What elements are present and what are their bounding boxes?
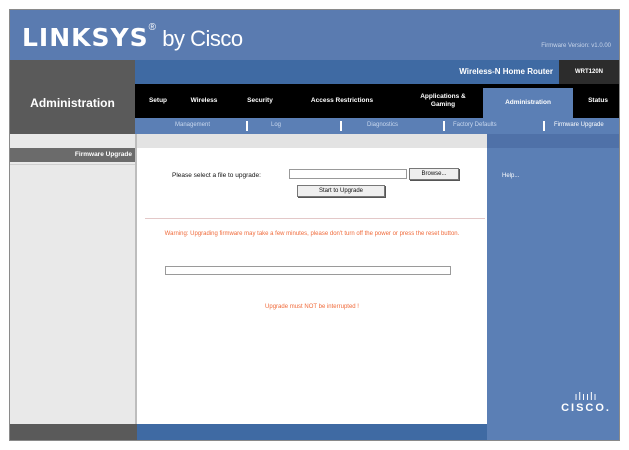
footer-right bbox=[487, 424, 619, 440]
content-divider bbox=[145, 218, 485, 219]
model-number: WRT120N bbox=[559, 60, 619, 84]
tab-administration[interactable]: Administration bbox=[483, 88, 573, 118]
subtab-separator bbox=[543, 121, 545, 131]
left-pane-divider bbox=[10, 164, 135, 165]
upgrade-progress-bar bbox=[165, 266, 451, 275]
subtab-diagnostics[interactable]: Diagnostics bbox=[367, 122, 398, 128]
sub-tabs: Management Log Diagnostics Factory Defau… bbox=[135, 118, 619, 134]
content-area: Please select a file to upgrade: Browse.… bbox=[137, 134, 487, 424]
footer-left bbox=[10, 424, 135, 440]
subtab-separator bbox=[443, 121, 445, 131]
tab-security[interactable]: Security bbox=[235, 84, 285, 118]
subtab-firmware-upgrade[interactable]: Firmware Upgrade bbox=[554, 122, 604, 128]
help-pane: Help... ılıılı CISCO. bbox=[487, 134, 619, 424]
tab-wireless[interactable]: Wireless bbox=[179, 84, 229, 118]
section-title: Administration bbox=[30, 96, 115, 110]
logo-trademark: ® bbox=[148, 22, 156, 33]
product-bar: Wireless-N Home Router WRT120N bbox=[135, 60, 619, 84]
cisco-logo: ılıılı CISCO. bbox=[561, 391, 611, 415]
router-admin-window: LINKSYS® by Cisco Firmware Version: v1.0… bbox=[9, 9, 620, 441]
cisco-bars-icon: ılıılı bbox=[574, 391, 598, 403]
footer-bar bbox=[137, 424, 487, 440]
section-title-box: Administration bbox=[10, 60, 135, 134]
linksys-logo: LINKSYS® by Cisco bbox=[22, 22, 243, 53]
upgrade-note: Upgrade must NOT be interrupted ! bbox=[265, 304, 359, 310]
product-name: Wireless-N Home Router bbox=[459, 67, 553, 76]
subtab-separator bbox=[340, 121, 342, 131]
content-top-strip bbox=[137, 134, 487, 148]
tab-access-restrictions[interactable]: Access Restrictions bbox=[291, 84, 393, 118]
subtab-log[interactable]: Log bbox=[271, 122, 281, 128]
firmware-version: Firmware Version: v1.0.00 bbox=[541, 43, 611, 49]
main-tabs: Setup Wireless Security Access Restricti… bbox=[135, 84, 619, 118]
left-pane-label: Firmware Upgrade bbox=[74, 151, 132, 158]
header: LINKSYS® by Cisco Firmware Version: v1.0… bbox=[10, 10, 619, 60]
tab-applications-gaming[interactable]: Applications & Gaming bbox=[413, 84, 473, 118]
tab-status[interactable]: Status bbox=[579, 84, 617, 118]
browse-button[interactable]: Browse... bbox=[409, 168, 459, 180]
subtab-separator bbox=[246, 121, 248, 131]
subtab-management[interactable]: Management bbox=[175, 122, 210, 128]
left-pane: Firmware Upgrade bbox=[10, 134, 135, 424]
start-upgrade-button[interactable]: Start to Upgrade bbox=[297, 185, 385, 197]
logo-brand: LINKSYS bbox=[22, 23, 149, 52]
logo-suffix: by Cisco bbox=[162, 26, 243, 51]
left-pane-header: Firmware Upgrade bbox=[10, 148, 135, 162]
upgrade-file-label: Please select a file to upgrade: bbox=[172, 172, 261, 179]
help-pane-top bbox=[487, 134, 619, 148]
upgrade-warning: Warning: Upgrading firmware may take a f… bbox=[164, 231, 460, 237]
help-link[interactable]: Help... bbox=[502, 173, 519, 179]
cisco-wordmark: CISCO. bbox=[561, 402, 611, 414]
subtab-factory-defaults[interactable]: Factory Defaults bbox=[453, 122, 497, 128]
tab-setup[interactable]: Setup bbox=[141, 84, 175, 118]
firmware-file-input[interactable] bbox=[289, 169, 407, 179]
